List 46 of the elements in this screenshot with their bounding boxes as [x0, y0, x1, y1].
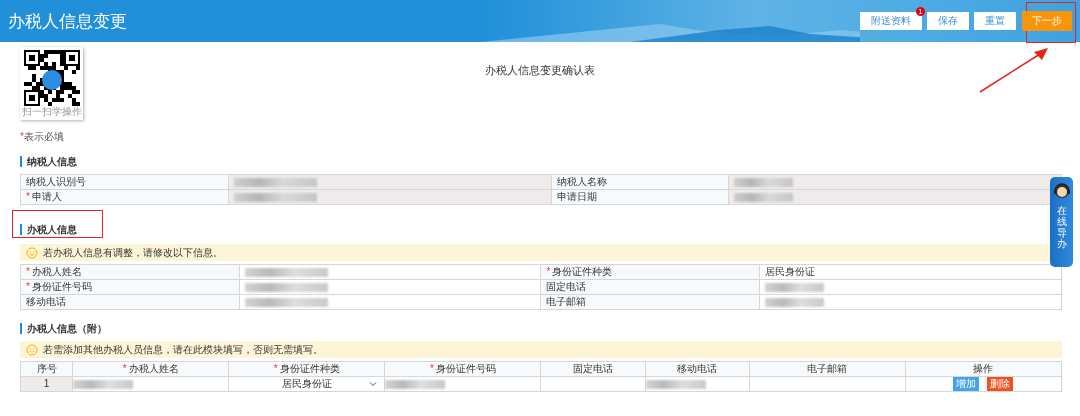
section-heading: 办税人信息（附） — [20, 323, 107, 334]
field-label: * 身份证件号码 — [26, 281, 92, 292]
notice-text: 若办税人信息有调整，请修改以下信息。 — [43, 245, 223, 260]
field-label: 电子邮箱 — [546, 296, 587, 307]
field-label: 申请日期 — [556, 191, 597, 202]
header-button[interactable]: 保存 — [927, 12, 969, 30]
blurred-value — [765, 297, 825, 307]
delete-button[interactable]: 删除 — [987, 377, 1014, 392]
blurred-value — [765, 282, 825, 292]
column-header: 固定电话 — [540, 361, 646, 377]
page-title: 办税人信息变更 — [8, 10, 127, 33]
column-header: 序号 — [20, 361, 73, 377]
column-header: * 身份证件种类 — [228, 361, 385, 377]
smiley-icon — [26, 246, 38, 259]
section-heading: 纳税人信息 — [20, 156, 77, 167]
header-button[interactable]: 下一步 — [1022, 11, 1072, 31]
field-label: * 身份证件种类 — [546, 266, 613, 277]
blurred-value — [645, 380, 706, 390]
form-title: 办税人信息变更确认表 — [484, 63, 596, 78]
field-label: * 申请人 — [26, 191, 62, 202]
field-label: 纳税人识别号 — [26, 176, 86, 187]
column-header: 电子邮箱 — [749, 361, 906, 377]
column-header: 移动电话 — [645, 361, 750, 377]
blurred-value — [733, 177, 793, 187]
blurred-value — [733, 192, 793, 202]
field-label: 移动电话 — [26, 296, 66, 307]
section-heading: 办税人信息 — [20, 224, 77, 235]
column-header: * 办税人姓名 — [72, 361, 229, 377]
blurred-value — [385, 380, 446, 390]
highlight-frame — [1026, 2, 1076, 43]
field-label: 固定电话 — [546, 281, 587, 292]
column-header: * 身份证件号码 — [384, 361, 541, 377]
qr-code-icon — [23, 50, 80, 106]
field-label: 纳税人名称 — [556, 176, 607, 187]
notice-text: 若需添加其他办税人员信息，请在此模块填写，否则无需填写。 — [43, 342, 323, 357]
header-button[interactable]: 重置 — [974, 12, 1016, 30]
online-guide-button[interactable]: 在线导办 — [1050, 177, 1073, 267]
add-button[interactable]: 增加 — [953, 377, 980, 392]
annotation-arrow — [979, 48, 1048, 93]
support-agent-icon — [1051, 181, 1072, 199]
required-note: *表示必填 — [20, 131, 65, 143]
blurred-value — [73, 380, 134, 390]
column-header: 操作 — [905, 361, 1062, 377]
field-value: 居民身份证 — [759, 264, 1062, 280]
field-label: * 办税人姓名 — [26, 266, 82, 277]
smiley-icon — [26, 343, 38, 356]
